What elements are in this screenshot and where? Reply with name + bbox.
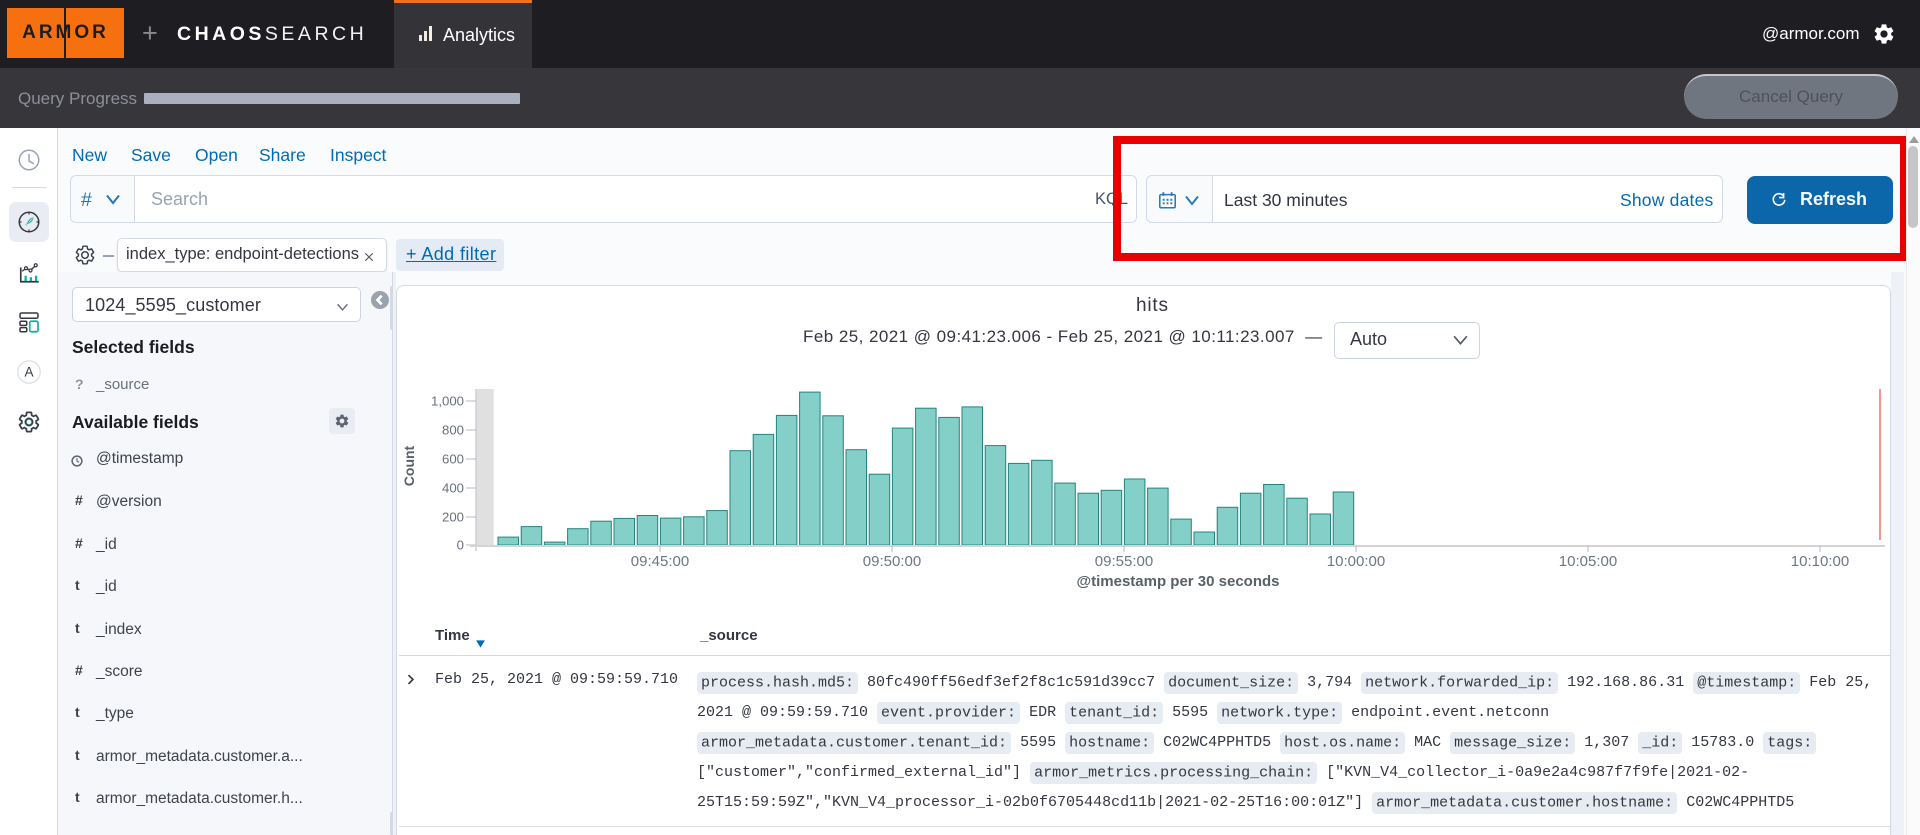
svg-text:09:55:00: 09:55:00 <box>1095 553 1153 570</box>
svg-text:10:10:00: 10:10:00 <box>1791 553 1849 570</box>
svg-text:10:05:00: 10:05:00 <box>1559 553 1617 570</box>
svg-text:Count: Count <box>401 445 417 486</box>
svg-text:10:00:00: 10:00:00 <box>1327 553 1385 570</box>
svg-text:09:50:00: 09:50:00 <box>863 553 921 570</box>
svg-text:200: 200 <box>442 510 464 525</box>
svg-text:@timestamp per 30 seconds: @timestamp per 30 seconds <box>1076 573 1279 590</box>
svg-text:600: 600 <box>442 452 464 467</box>
svg-text:400: 400 <box>442 481 464 496</box>
svg-text:0: 0 <box>457 538 464 553</box>
svg-text:A: A <box>24 365 33 380</box>
svg-text:09:45:00: 09:45:00 <box>631 553 689 570</box>
svg-text:800: 800 <box>442 423 464 438</box>
svg-text:1,000: 1,000 <box>431 394 464 409</box>
